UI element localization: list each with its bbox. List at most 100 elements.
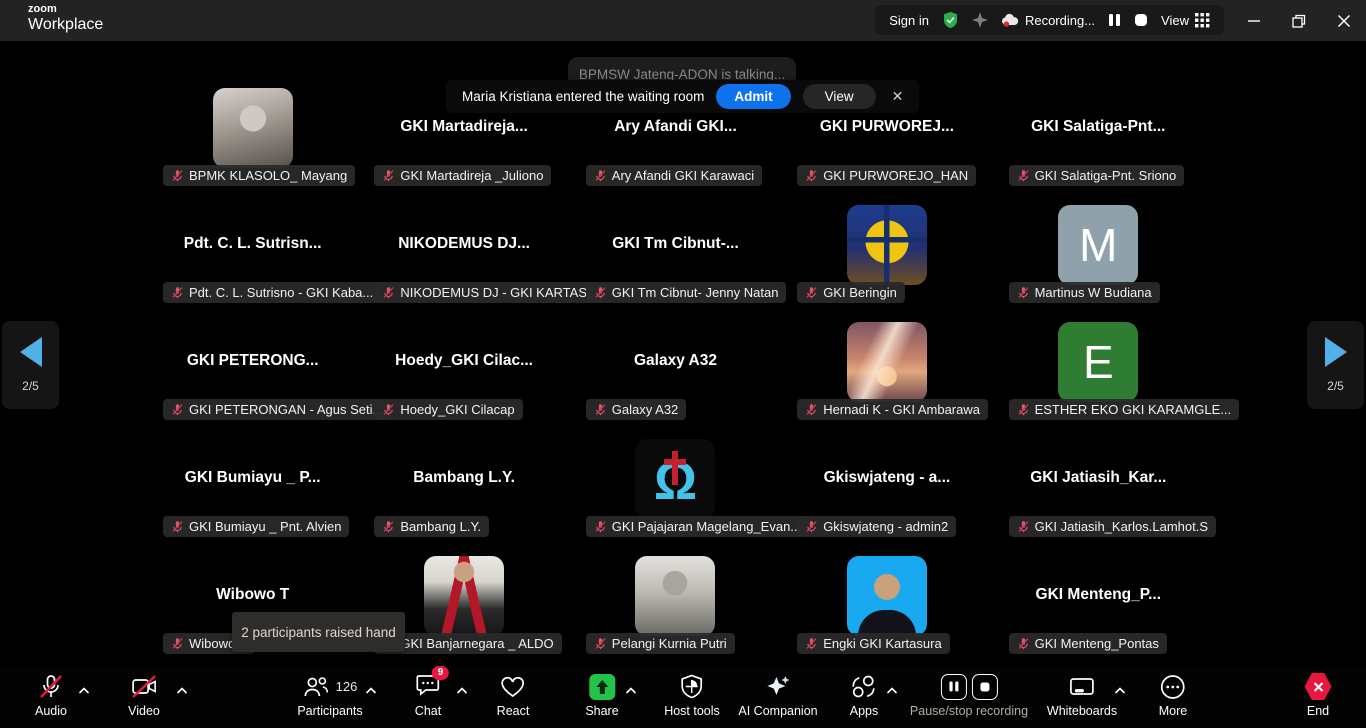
video-button[interactable]: Video: [128, 673, 160, 718]
view-button[interactable]: View: [1161, 13, 1210, 28]
participant-label: Bambang L.Y.: [400, 519, 481, 534]
participant-tile[interactable]: Hoedy_GKI Cilac... Hoedy_GKI Cilacap: [358, 287, 569, 404]
participant-label: GKI Tm Cibnut- Jenny Natan: [612, 285, 779, 300]
participant-tile[interactable]: Pelangi Kurnia Putri: [570, 521, 781, 638]
omega-glyph: Ω: [654, 454, 697, 508]
participant-display-name: Galaxy A32: [572, 352, 779, 370]
participant-avatar-photo: Ω: [635, 439, 715, 519]
participant-display-name: GKI Bumiayu _ P...: [149, 469, 356, 487]
pause-recording-toolbar-icon[interactable]: [940, 674, 966, 700]
muted-mic-icon: [805, 637, 818, 650]
restore-button[interactable]: [1276, 0, 1321, 41]
host-tools-button[interactable]: Host tools: [664, 673, 720, 718]
participants-icon: [303, 675, 330, 699]
apps-button[interactable]: Apps: [850, 673, 879, 718]
participant-avatar-photo: [424, 556, 504, 636]
muted-mic-icon: [805, 403, 818, 416]
chevron-right-icon: [1325, 337, 1347, 367]
participant-tile[interactable]: GKI Beringin: [781, 170, 992, 287]
more-ellipsis-icon: [1160, 674, 1186, 700]
end-meeting-button[interactable]: End: [1305, 673, 1332, 718]
more-label: More: [1159, 704, 1187, 718]
shield-security-icon[interactable]: [942, 11, 959, 29]
muted-mic-icon: [594, 520, 607, 533]
pause-recording-icon[interactable]: [1108, 13, 1121, 27]
video-label: Video: [128, 704, 160, 718]
participant-display-name: Pdt. C. L. Sutrisn...: [149, 235, 356, 253]
participant-tile[interactable]: GKI Tm Cibnut-... GKI Tm Cibnut- Jenny N…: [570, 170, 781, 287]
audio-options-caret[interactable]: [79, 681, 90, 699]
participant-tile[interactable]: GKI Jatiasih_Kar... GKI Jatiasih_Karlos.…: [993, 404, 1204, 521]
participant-display-name: GKI Jatiasih_Kar...: [995, 469, 1202, 487]
next-page-button[interactable]: 2/5: [1307, 321, 1364, 409]
page-indicator: 2/5: [1327, 379, 1344, 393]
participant-display-name: GKI PETERONG...: [149, 352, 356, 370]
muted-mic-icon: [1017, 520, 1030, 533]
participants-options-caret[interactable]: [366, 681, 377, 699]
participant-tile[interactable]: BPMK KLASOLO_ Mayang: [147, 53, 358, 170]
participant-tile[interactable]: GKI Bumiayu _ P... GKI Bumiayu _ Pnt. Al…: [147, 404, 358, 521]
admit-button[interactable]: Admit: [716, 84, 790, 109]
participant-tile[interactable]: Bambang L.Y. Bambang L.Y.: [358, 404, 569, 521]
participants-button[interactable]: 126 Participants: [297, 673, 362, 718]
sign-in-button[interactable]: Sign in: [889, 13, 929, 28]
view-label: View: [1161, 13, 1189, 28]
minimize-button[interactable]: [1231, 0, 1276, 41]
participant-tile[interactable]: Engki GKI Kartasura: [781, 521, 992, 638]
audio-button[interactable]: Audio: [35, 673, 67, 718]
participant-tile[interactable]: Ω GKI Pajajaran Magelang_Evan...: [570, 404, 781, 521]
recording-label: Pause/stop recording: [910, 704, 1028, 718]
participant-avatar-letter: M: [1058, 205, 1138, 285]
participant-tile[interactable]: Gkiswjateng - a... Gkiswjateng - admin2: [781, 404, 992, 521]
share-options-caret[interactable]: [626, 681, 637, 699]
banner-close-icon[interactable]: ✕: [892, 88, 904, 105]
share-button[interactable]: Share: [585, 673, 618, 718]
muted-mic-icon: [382, 403, 395, 416]
recording-status: Recording...: [1001, 13, 1095, 28]
chat-unread-badge: 9: [432, 666, 449, 680]
participant-display-name: GKI Menteng_P...: [995, 586, 1202, 604]
pause-stop-recording-button[interactable]: Pause/stop recording: [910, 673, 1028, 718]
participant-tile[interactable]: NIKODEMUS DJ... NIKODEMUS DJ - GKI KARTA…: [358, 170, 569, 287]
muted-mic-icon: [594, 637, 607, 650]
participant-avatar-photo: [635, 556, 715, 636]
participant-tile[interactable]: GKI Salatiga-Pnt... GKI Salatiga-Pnt. Sr…: [993, 53, 1204, 170]
muted-mic-icon: [1017, 286, 1030, 299]
ai-companion-button[interactable]: AI Companion: [738, 673, 817, 718]
react-button[interactable]: React: [497, 673, 530, 718]
participant-tile[interactable]: E ESTHER EKO GKI KARAMGLE...: [993, 287, 1204, 404]
apps-options-caret[interactable]: [887, 681, 898, 699]
cloud-recording-icon: [1001, 13, 1019, 27]
more-button[interactable]: More: [1159, 673, 1187, 718]
participant-label: GKI Pajajaran Magelang_Evan...: [612, 519, 801, 534]
waiting-room-view-button[interactable]: View: [803, 84, 876, 109]
audio-label: Audio: [35, 704, 67, 718]
participant-display-name: GKI Martadireja...: [360, 118, 567, 136]
participant-tile[interactable]: Galaxy A32 Galaxy A32: [570, 287, 781, 404]
video-options-caret[interactable]: [177, 681, 188, 699]
participant-avatar-photo: [847, 205, 927, 285]
participant-tile[interactable]: GKI PETERONG... GKI PETERONGAN - Agus Se…: [147, 287, 358, 404]
host-tools-label: Host tools: [664, 704, 720, 718]
muted-mic-icon: [382, 169, 395, 182]
close-window-button[interactable]: [1321, 0, 1366, 41]
participant-label: GKI Menteng_Pontas: [1035, 636, 1159, 651]
apps-icon: [851, 675, 877, 699]
stop-recording-icon[interactable]: [1134, 13, 1148, 27]
muted-mic-icon: [171, 169, 184, 182]
stop-recording-toolbar-icon[interactable]: [971, 674, 997, 700]
participant-tile[interactable]: GKI Menteng_P... GKI Menteng_Pontas: [993, 521, 1204, 638]
chat-options-caret[interactable]: [457, 681, 468, 699]
whiteboards-options-caret[interactable]: [1115, 681, 1126, 699]
participant-tile[interactable]: Hernadi K - GKI Ambarawa: [781, 287, 992, 404]
participant-tile[interactable]: M Martinus W Budiana: [993, 170, 1204, 287]
participant-label: BPMK KLASOLO_ Mayang: [189, 168, 347, 183]
zoom-workplace-logo: zoom Workplace: [28, 4, 103, 33]
whiteboards-button[interactable]: Whiteboards: [1047, 673, 1117, 718]
chat-button[interactable]: 9 Chat: [415, 673, 441, 718]
participant-tile[interactable]: Pdt. C. L. Sutrisn... Pdt. C. L. Sutrisn…: [147, 170, 358, 287]
prev-page-button[interactable]: 2/5: [2, 321, 59, 409]
ai-companion-sparkle-icon[interactable]: [972, 12, 988, 28]
shield-icon: [681, 674, 704, 699]
participant-avatar-photo: [847, 322, 927, 402]
